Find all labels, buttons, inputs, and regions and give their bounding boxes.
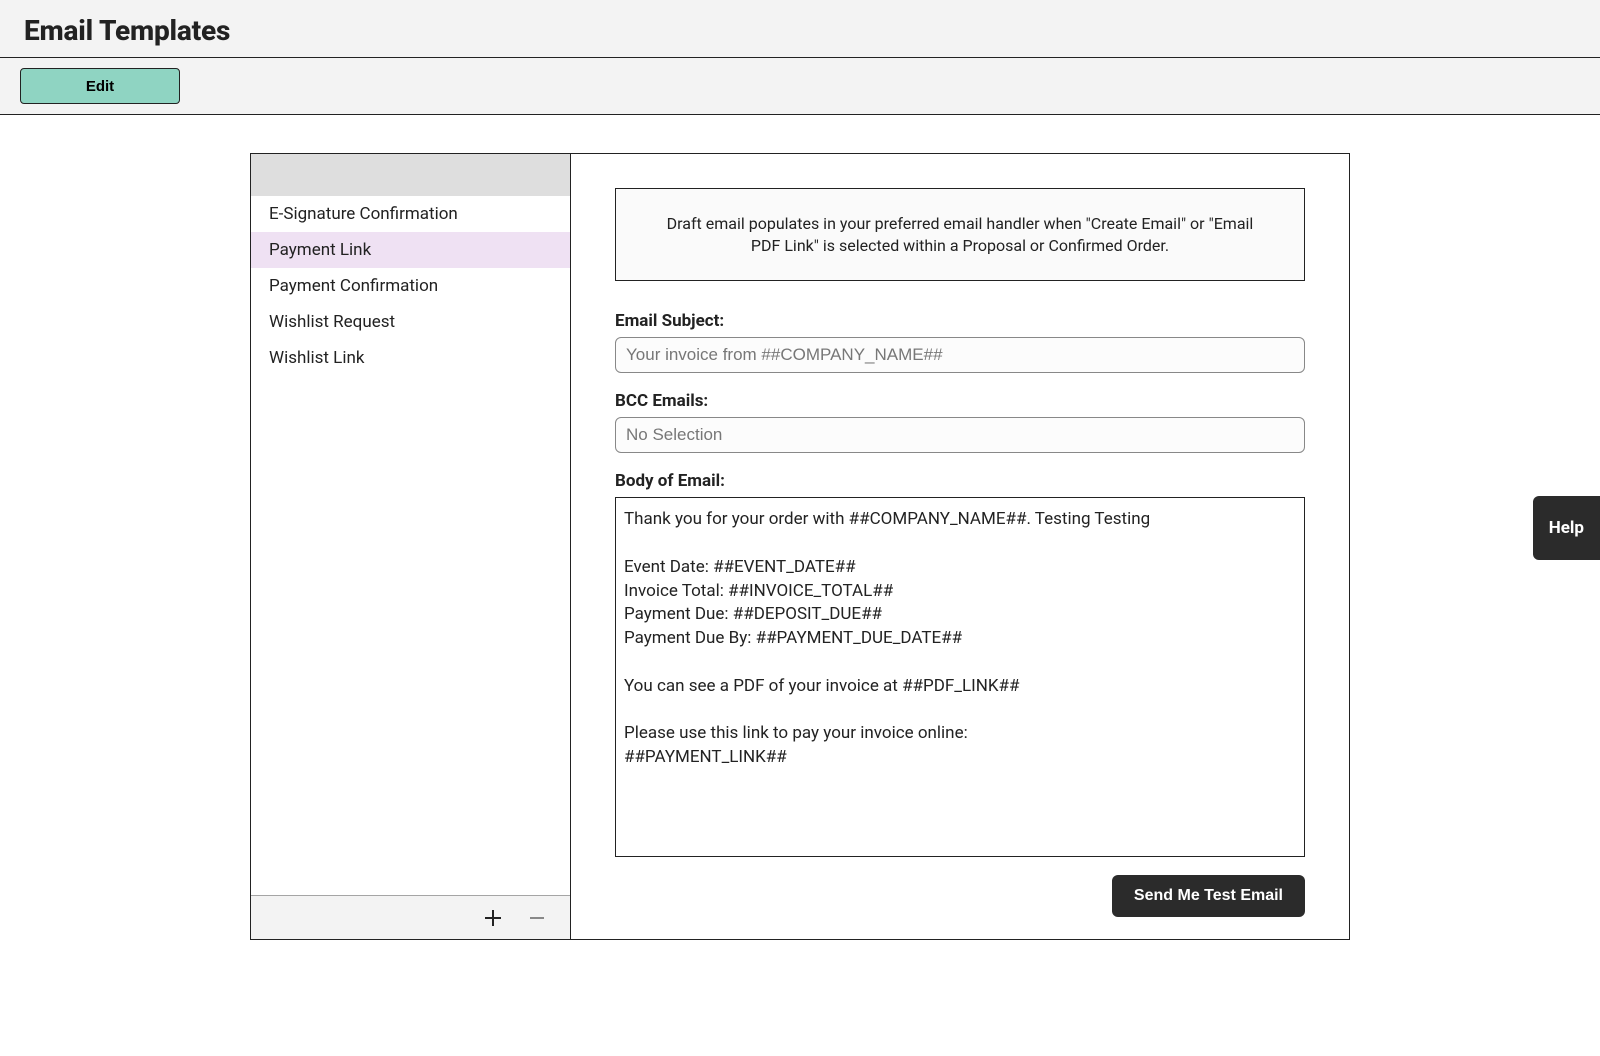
subject-group: Email Subject: <box>615 311 1305 373</box>
body-group: Body of Email: Thank you for your order … <box>615 471 1305 857</box>
sidebar-footer <box>251 895 570 939</box>
content: Draft email populates in your preferred … <box>571 154 1349 939</box>
page-title: Email Templates <box>24 14 1576 47</box>
bcc-input[interactable] <box>615 417 1305 453</box>
template-item-payment-link[interactable]: Payment Link <box>251 232 570 268</box>
help-tab[interactable]: Help <box>1533 496 1600 560</box>
template-item-payment-confirmation[interactable]: Payment Confirmation <box>251 268 570 304</box>
body-input[interactable]: Thank you for your order with ##COMPANY_… <box>615 497 1305 857</box>
page-header: Email Templates <box>0 0 1600 58</box>
template-item-wishlist-link[interactable]: Wishlist Link <box>251 340 570 376</box>
bcc-label: BCC Emails: <box>615 391 1305 411</box>
panel-wrap: E-Signature Confirmation Payment Link Pa… <box>0 115 1600 960</box>
remove-icon[interactable] <box>526 907 548 929</box>
subject-label: Email Subject: <box>615 311 1305 331</box>
panel: E-Signature Confirmation Payment Link Pa… <box>250 153 1350 940</box>
template-list: E-Signature Confirmation Payment Link Pa… <box>251 196 570 376</box>
template-item-esignature-confirmation[interactable]: E-Signature Confirmation <box>251 196 570 232</box>
sidebar-header-spacer <box>251 154 570 196</box>
bcc-group: BCC Emails: <box>615 391 1305 453</box>
actions: Send Me Test Email <box>615 875 1305 917</box>
subject-input[interactable] <box>615 337 1305 373</box>
body-label: Body of Email: <box>615 471 1305 491</box>
template-item-wishlist-request[interactable]: Wishlist Request <box>251 304 570 340</box>
add-icon[interactable] <box>482 907 504 929</box>
edit-button[interactable]: Edit <box>20 68 180 104</box>
sidebar: E-Signature Confirmation Payment Link Pa… <box>251 154 571 939</box>
send-test-email-button[interactable]: Send Me Test Email <box>1112 875 1305 917</box>
sidebar-spacer <box>251 376 570 895</box>
toolbar: Edit <box>0 58 1600 115</box>
info-text: Draft email populates in your preferred … <box>615 188 1305 281</box>
